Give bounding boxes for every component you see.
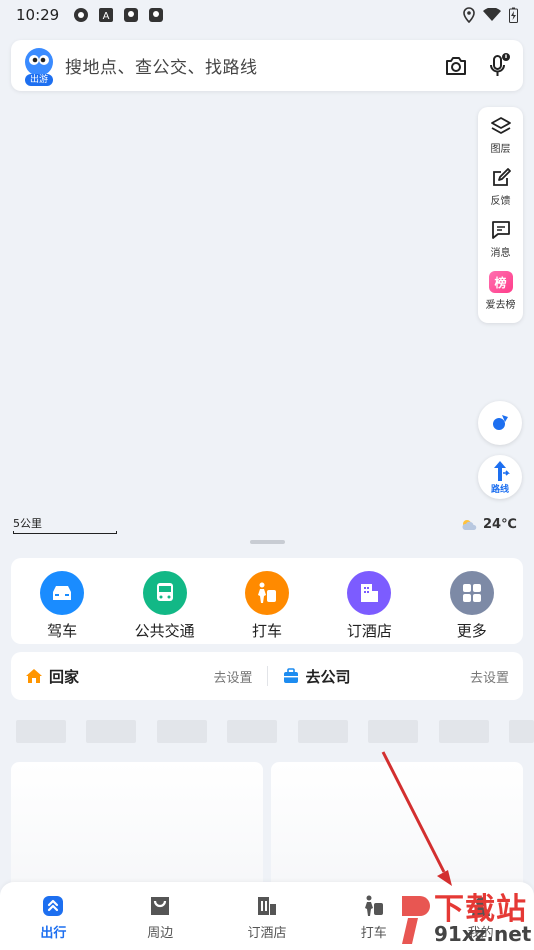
loading-placeholder (86, 720, 136, 743)
hotel-tab-icon (257, 897, 276, 915)
loading-placeholder (157, 720, 207, 743)
shortcut-bar: 回家 去设置 去公司 去设置 (11, 652, 523, 700)
quick-hotel-label: 订酒店 (346, 622, 392, 640)
map-scale-label: 5公里 (13, 517, 42, 530)
weather-widget[interactable]: 24℃ (461, 517, 517, 532)
search-bar[interactable]: 出游 搜地点、查公交、找路线 (11, 40, 523, 91)
bus-icon (142, 571, 187, 615)
watermark-url: 91xz.net (434, 922, 532, 946)
location-status-icon (463, 7, 475, 23)
sheet-drag-handle[interactable] (250, 540, 285, 544)
ranking-button[interactable]: 榜 爱去榜 (478, 271, 523, 323)
svg-text:A: A (103, 11, 110, 22)
camera-icon[interactable] (443, 53, 469, 79)
quick-actions: 驾车 公共交通 打车 订酒店 更多 (11, 558, 523, 644)
tab-nearby[interactable]: 周边 (107, 882, 214, 950)
a-badge-icon: A (99, 8, 114, 22)
ranking-badge: 榜 (494, 275, 507, 290)
quick-more-label: 更多 (456, 622, 487, 640)
taxi-tab-icon (364, 895, 383, 916)
layers-button[interactable]: 图层 (478, 115, 523, 167)
tab-hotel-label: 订酒店 (247, 926, 287, 941)
nearby-icon (151, 897, 170, 915)
watermark: 下载站 91xz.net (398, 884, 534, 950)
hotel-icon (347, 571, 392, 615)
feed-card[interactable] (271, 762, 523, 892)
ranking-icon: 榜 (488, 271, 513, 293)
taxi-icon (244, 571, 289, 615)
map-tools-panel: 图层 反馈 消息 榜 爱去榜 (478, 107, 523, 323)
car-icon (40, 571, 85, 615)
go-work-shortcut[interactable]: 去公司 去设置 (268, 652, 524, 700)
tab-travel-label: 出行 (40, 926, 67, 941)
loading-placeholder (227, 720, 277, 743)
loading-placeholder (439, 720, 489, 743)
locate-button[interactable] (478, 401, 522, 445)
grid-icon (449, 571, 494, 615)
tab-nearby-label: 周边 (147, 926, 174, 941)
edit-icon (492, 168, 511, 186)
home-set-link[interactable]: 去设置 (213, 667, 252, 686)
go-home-shortcut[interactable]: 回家 去设置 (11, 652, 267, 700)
layers-icon (490, 117, 511, 134)
feedback-label: 反馈 (490, 196, 511, 207)
loading-placeholder (509, 720, 534, 743)
loading-placeholder (368, 720, 418, 743)
quick-drive[interactable]: 驾车 (17, 571, 107, 641)
app-notification-icon (124, 8, 139, 22)
ranking-label: 爱去榜 (485, 300, 516, 311)
status-icons (463, 7, 518, 23)
quick-taxi-label: 打车 (251, 622, 282, 640)
route-arrow-icon (494, 460, 510, 481)
feed-card[interactable] (11, 762, 263, 892)
route-label: 路线 (490, 484, 509, 495)
status-time: 10:29 (16, 6, 60, 24)
home-title: 回家 (49, 667, 80, 686)
status-bar: 10:29 A (0, 0, 534, 30)
quick-transit-label: 公共交通 (134, 622, 195, 640)
messages-label: 消息 (490, 248, 511, 259)
aperture-icon (74, 8, 89, 22)
message-icon (491, 221, 510, 239)
app-notification-icon-2 (149, 8, 164, 22)
battery-icon (509, 7, 518, 23)
tab-taxi-label: 打车 (360, 926, 387, 941)
logo-badge: 出游 (29, 74, 48, 85)
search-input[interactable]: 搜地点、查公交、找路线 (65, 53, 427, 78)
quick-taxi[interactable]: 打车 (222, 571, 312, 641)
tab-hotel[interactable]: 订酒店 (214, 882, 321, 950)
work-set-link[interactable]: 去设置 (470, 667, 509, 686)
home-icon (26, 669, 42, 683)
quick-transit[interactable]: 公共交通 (120, 571, 210, 641)
feedback-button[interactable]: 反馈 (478, 167, 523, 219)
travel-icon (43, 896, 64, 916)
quick-drive-label: 驾车 (47, 622, 78, 640)
messages-button[interactable]: 消息 (478, 219, 523, 271)
tab-travel[interactable]: 出行 (0, 882, 107, 950)
quick-more[interactable]: 更多 (427, 571, 517, 641)
loading-placeholder (16, 720, 66, 743)
briefcase-icon (283, 668, 298, 683)
watermark-logo-icon (402, 896, 430, 944)
loading-placeholder (298, 720, 348, 743)
route-button[interactable]: 路线 (478, 455, 522, 499)
voice-mic-icon[interactable] (485, 52, 511, 79)
work-title: 去公司 (305, 667, 351, 686)
layers-label: 图层 (490, 144, 511, 155)
app-logo[interactable]: 出游 (23, 46, 55, 86)
wifi-icon (483, 8, 501, 21)
quick-hotel[interactable]: 订酒店 (324, 571, 414, 641)
weather-temp: 24℃ (483, 517, 517, 532)
compass-locate-icon (493, 415, 508, 430)
cloudy-icon (462, 519, 477, 530)
map-scale-bar (13, 531, 117, 534)
